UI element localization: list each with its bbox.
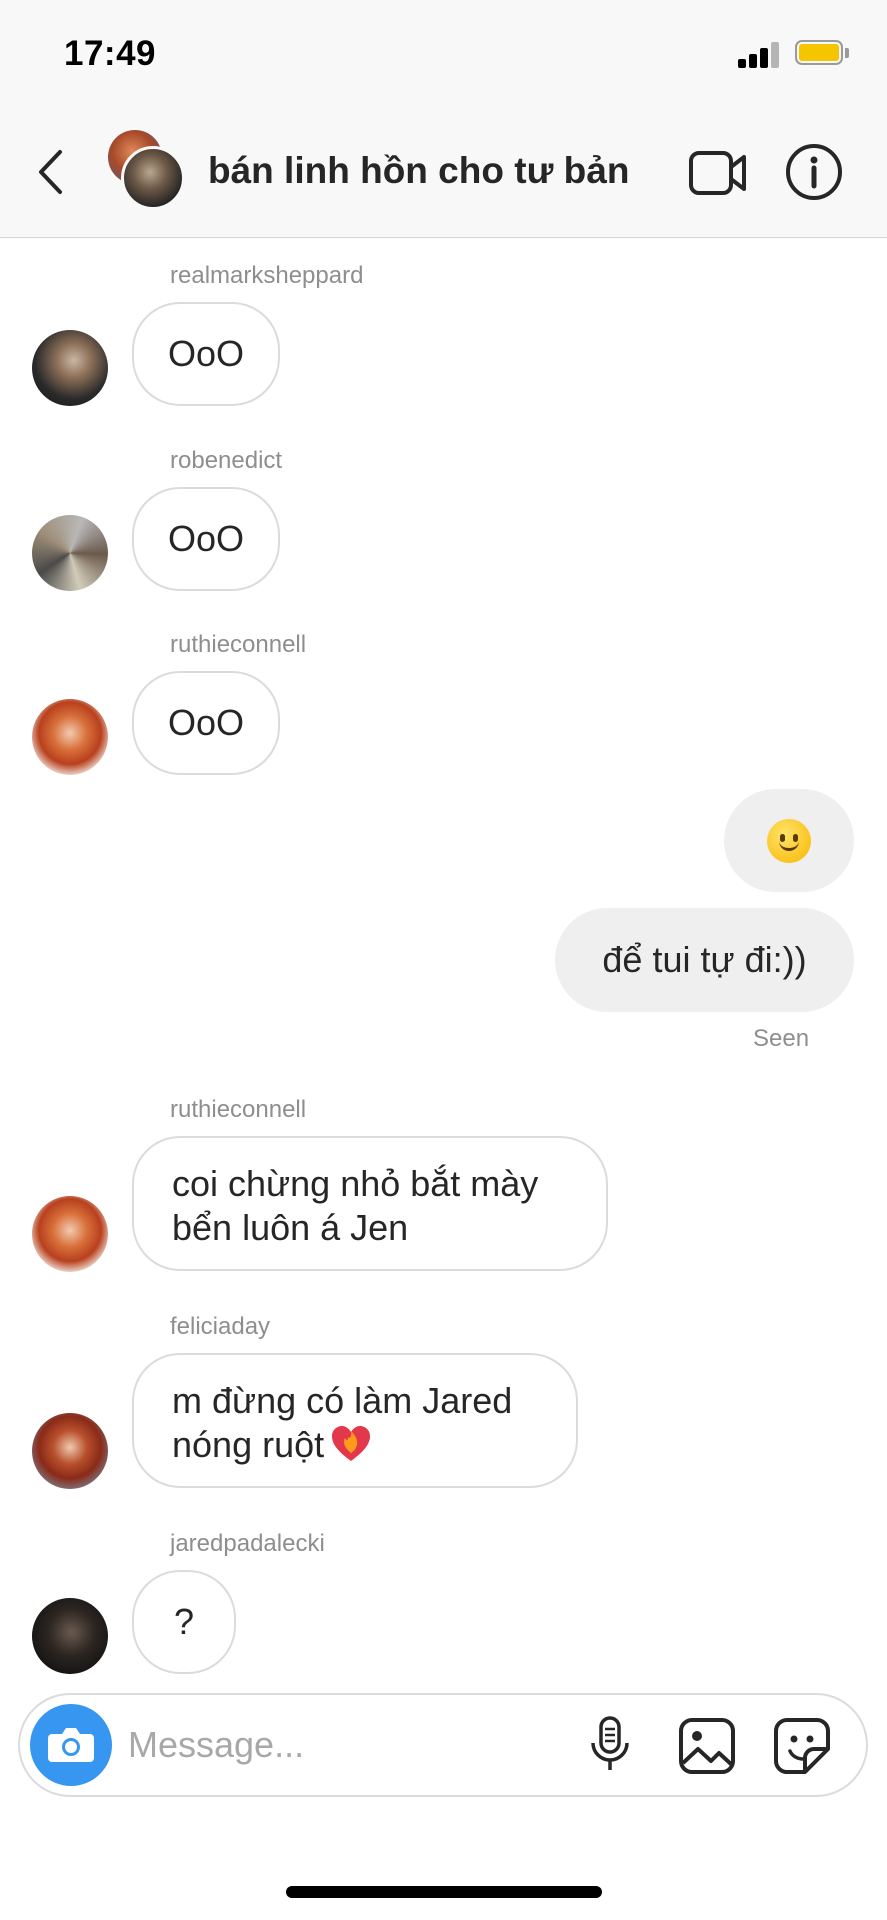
group-avatar[interactable] <box>108 130 188 210</box>
message-input[interactable] <box>128 1717 568 1773</box>
camera-icon <box>48 1728 94 1762</box>
status-time: 17:49 <box>64 34 157 73</box>
sender-name[interactable]: ruthieconnell <box>170 1096 306 1124</box>
outgoing-emoji-bubble[interactable] <box>724 789 854 892</box>
home-indicator[interactable] <box>286 1886 602 1898</box>
sender-name[interactable]: ruthieconnell <box>170 631 306 659</box>
chat-title[interactable]: bán linh hồn cho tư bản <box>208 150 629 192</box>
avatar <box>121 146 185 210</box>
camera-button[interactable] <box>30 1704 112 1786</box>
gallery-button[interactable] <box>678 1717 736 1775</box>
chevron-left-icon <box>39 150 62 194</box>
sender-name[interactable]: feliciaday <box>170 1313 270 1341</box>
slightly-smiling-face-icon <box>767 818 811 863</box>
status-bar: 17:49 <box>0 0 887 110</box>
battery-icon <box>795 40 849 67</box>
avatar[interactable] <box>32 515 108 591</box>
microphone-icon <box>591 1716 629 1770</box>
avatar[interactable] <box>32 330 108 406</box>
avatar[interactable] <box>32 699 108 775</box>
sender-name[interactable]: robenedict <box>170 447 282 475</box>
message-composer <box>18 1693 868 1797</box>
video-camera-icon <box>689 151 746 195</box>
outgoing-message-bubble[interactable]: để tui tự đi:)) <box>555 908 854 1012</box>
chat-header: bán linh hồn cho tư bản <box>0 110 887 238</box>
message-bubble[interactable]: coi chừng nhỏ bắt mày bển luôn á Jen <box>132 1136 608 1271</box>
message-bubble[interactable]: OoO <box>132 487 281 591</box>
message-bubble[interactable]: m đừng có làm Jared nóng ruột <box>132 1353 578 1488</box>
avatar[interactable] <box>32 1598 108 1674</box>
avatar[interactable] <box>32 1196 108 1272</box>
heart-on-fire-icon <box>332 1426 371 1461</box>
signal-icon <box>738 40 780 68</box>
gallery-icon <box>679 1718 735 1774</box>
back-button[interactable] <box>32 146 72 198</box>
sender-name[interactable]: jaredpadalecki <box>170 1530 325 1558</box>
video-call-button[interactable] <box>688 150 748 196</box>
message-bubble[interactable]: OoO <box>132 302 281 406</box>
avatar[interactable] <box>32 1413 108 1489</box>
message-bubble[interactable]: OoO <box>132 671 281 775</box>
info-button[interactable] <box>784 142 844 202</box>
sticker-button[interactable] <box>773 1717 831 1775</box>
seen-label: Seen <box>753 1025 810 1052</box>
message-bubble[interactable]: ? <box>132 1570 236 1674</box>
info-icon <box>786 144 842 200</box>
voice-message-button[interactable] <box>587 1715 633 1775</box>
sender-name[interactable]: realmarksheppard <box>170 262 363 290</box>
sticker-icon <box>774 1718 830 1774</box>
